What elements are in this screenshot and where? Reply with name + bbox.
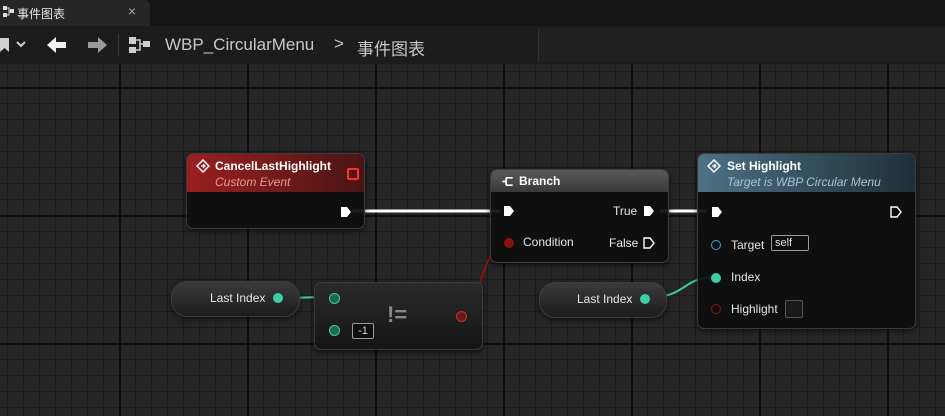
node-header — [491, 170, 668, 192]
true-label: True — [613, 204, 638, 218]
breadcrumb-blueprint[interactable]: WBP_CircularMenu — [165, 35, 314, 55]
exec-out-pin[interactable] — [890, 206, 902, 218]
condition-pin[interactable] — [504, 238, 514, 248]
target-pin[interactable] — [711, 240, 721, 250]
custom-event-node[interactable]: CancelLastHighlight Custom Event — [186, 153, 365, 229]
graph-icon — [3, 6, 14, 17]
tab-event-graph[interactable]: 事件图表 × — [0, 0, 150, 26]
not-equal-node[interactable]: -1 != — [314, 282, 483, 350]
node-title: Set Highlight — [727, 159, 801, 173]
back-arrow-icon[interactable] — [44, 34, 70, 56]
node-title: Branch — [519, 174, 561, 188]
exec-out-pin[interactable] — [340, 206, 352, 218]
not-equal-out-pin[interactable] — [456, 311, 467, 322]
exec-in-pin[interactable] — [711, 206, 723, 218]
last-index-out-pin[interactable] — [640, 294, 650, 304]
false-label: False — [609, 236, 639, 250]
highlight-pin[interactable] — [711, 304, 721, 314]
chevron-down-icon[interactable] — [14, 37, 28, 51]
event-icon — [196, 159, 210, 173]
operator-symbol: != — [387, 302, 408, 327]
breadcrumb-graph[interactable]: 事件图表 — [357, 35, 425, 60]
target-label: Target — [731, 238, 765, 252]
breadcrumb-separator: > — [334, 34, 344, 53]
delegate-pin[interactable] — [347, 168, 359, 180]
last-index-getter-node[interactable]: Last Index — [539, 282, 667, 318]
toolbar-empty-area — [538, 28, 945, 62]
last-index-out-pin[interactable] — [273, 293, 283, 303]
not-equal-input-b-pin[interactable] — [329, 325, 340, 336]
variable-label: Last Index — [210, 291, 266, 305]
exec-true-pin[interactable] — [643, 205, 655, 217]
index-pin[interactable] — [711, 273, 721, 283]
condition-label: Condition — [523, 235, 574, 249]
target-value[interactable]: self — [771, 235, 809, 251]
toolbar-divider — [118, 34, 119, 56]
bookmark-icon[interactable] — [0, 38, 10, 52]
branch-node[interactable]: Branch True Condition False — [490, 169, 669, 263]
variable-label: Last Index — [577, 292, 633, 306]
node-subtitle: Target is WBP Circular Menu — [727, 175, 881, 189]
index-label: Index — [731, 270, 761, 284]
exec-false-pin[interactable] — [643, 237, 655, 249]
branch-icon — [502, 176, 513, 187]
node-subtitle: Custom Event — [215, 175, 291, 189]
forward-arrow-icon[interactable] — [84, 34, 110, 56]
graph-icon — [129, 37, 150, 53]
close-icon[interactable]: × — [124, 3, 140, 19]
highlight-checkbox[interactable] — [785, 300, 803, 318]
function-icon — [707, 159, 721, 173]
exec-in-pin[interactable] — [503, 205, 515, 217]
set-highlight-node[interactable]: Set Highlight Target is WBP Circular Men… — [697, 153, 916, 329]
last-index-getter-node[interactable]: Last Index — [171, 281, 300, 317]
tab-label: 事件图表 — [17, 7, 66, 21]
literal-input[interactable]: -1 — [352, 323, 374, 339]
node-title: CancelLastHighlight — [215, 159, 332, 173]
highlight-label: Highlight — [731, 302, 778, 316]
not-equal-input-a-pin[interactable] — [329, 293, 340, 304]
